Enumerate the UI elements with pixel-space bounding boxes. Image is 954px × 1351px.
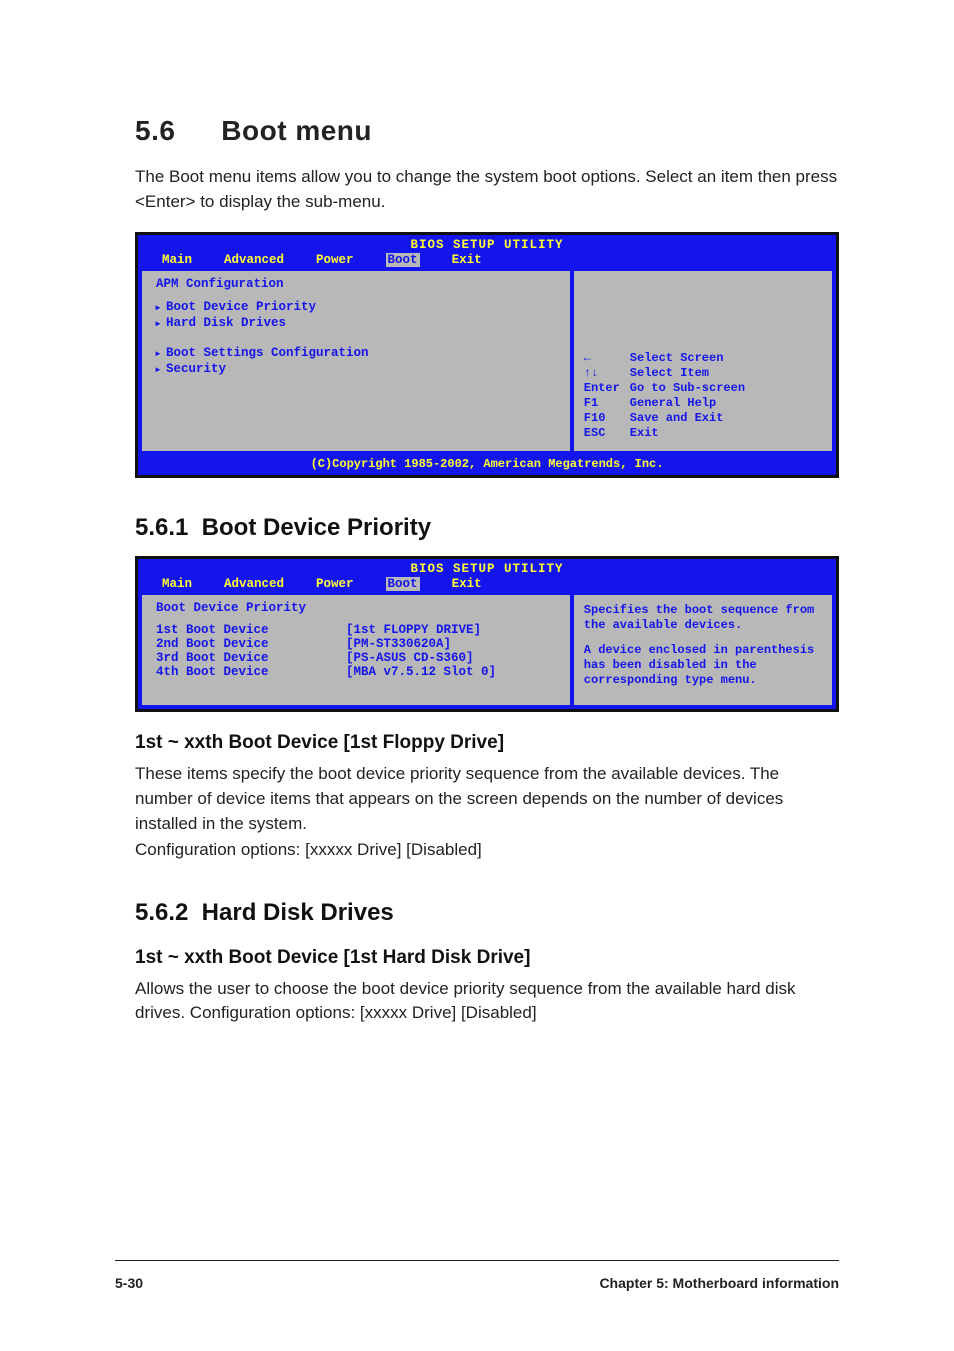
subsection-number: 5.6.1 [135, 514, 195, 542]
page-number: 5-30 [115, 1275, 143, 1291]
bios-item-boot-priority: Boot Device Priority [166, 300, 316, 314]
bios-tab-main: Main [162, 253, 192, 267]
bios-item-security: Security [166, 362, 226, 376]
submenu-arrow-icon: ▸ [150, 299, 166, 315]
bios-screenshot-1: BIOS SETUP UTILITY Main Advanced Power B… [135, 232, 839, 478]
subsection-title: Hard Disk Drives [202, 899, 394, 926]
option-paragraph-1: These items specify the boot device prio… [135, 762, 839, 836]
bios-menu-bar: Main Advanced Power Boot Exit [138, 576, 836, 595]
bios-title: BIOS SETUP UTILITY [138, 235, 836, 252]
bios-title: BIOS SETUP UTILITY [138, 559, 836, 576]
subsection-title: Boot Device Priority [202, 514, 431, 541]
subsection-heading-561: 5.6.1 Boot Device Priority [135, 514, 839, 542]
bios-item-hdd: Hard Disk Drives [166, 316, 286, 330]
bios-right-panel: Specifies the boot sequence from the ava… [574, 595, 832, 705]
bios-tab-boot: Boot [386, 253, 420, 267]
boot-device-row: 1st Boot Device[1st FLOPPY DRIVE] [150, 623, 562, 637]
bios-screenshot-2: BIOS SETUP UTILITY Main Advanced Power B… [135, 556, 839, 712]
boot-device-row: 2nd Boot Device[PM-ST330620A] [150, 637, 562, 651]
subsection-heading-562: 5.6.2 Hard Disk Drives [135, 899, 839, 927]
option-paragraph-2: Allows the user to choose the boot devic… [135, 977, 839, 1026]
bios-left-heading: Boot Device Priority [150, 601, 562, 615]
chapter-label: Chapter 5: Motherboard information [599, 1275, 839, 1291]
intro-paragraph: The Boot menu items allow you to change … [135, 165, 839, 214]
page-footer: 5-30 Chapter 5: Motherboard information [115, 1275, 839, 1291]
bios-tab-exit: Exit [452, 577, 482, 591]
option-config-1: Configuration options: [xxxxx Drive] [Di… [135, 838, 839, 863]
bios-tab-advanced: Advanced [224, 577, 284, 591]
bios-key-help: ←Select Screen ↑↓Select Item EnterGo to … [584, 351, 824, 441]
section-heading: 5.6 Boot menu [135, 115, 839, 147]
bios-left-panel: APM Configuration ▸Boot Device Priority … [142, 271, 570, 451]
boot-device-row: 3rd Boot Device[PS-ASUS CD-S360] [150, 651, 562, 665]
bios-tab-power: Power [316, 253, 354, 267]
bios-tab-boot: Boot [386, 577, 420, 591]
section-number: 5.6 [135, 115, 213, 147]
subsection-number: 5.6.2 [135, 899, 195, 927]
bios-help-text: Specifies the boot sequence from the ava… [584, 603, 824, 633]
bios-left-heading: APM Configuration [150, 277, 562, 291]
bios-menu-bar: Main Advanced Power Boot Exit [138, 252, 836, 271]
bios-tab-power: Power [316, 577, 354, 591]
submenu-arrow-icon: ▸ [150, 361, 166, 377]
option-heading-2: 1st ~ xxth Boot Device [1st Hard Disk Dr… [135, 947, 839, 969]
bios-left-panel: Boot Device Priority 1st Boot Device[1st… [142, 595, 570, 705]
section-title-text: Boot menu [221, 115, 372, 146]
footer-rule [115, 1260, 839, 1261]
bios-tab-exit: Exit [452, 253, 482, 267]
bios-tab-main: Main [162, 577, 192, 591]
bios-copyright: (C)Copyright 1985-2002, American Megatre… [138, 455, 836, 475]
submenu-arrow-icon: ▸ [150, 315, 166, 331]
boot-device-row: 4th Boot Device[MBA v7.5.12 Slot 0] [150, 665, 562, 679]
bios-tab-advanced: Advanced [224, 253, 284, 267]
submenu-arrow-icon: ▸ [150, 345, 166, 361]
bios-help-text: A device enclosed in parenthesis has bee… [584, 643, 824, 688]
option-heading-1: 1st ~ xxth Boot Device [1st Floppy Drive… [135, 732, 839, 754]
bios-item-boot-settings: Boot Settings Configuration [166, 346, 369, 360]
bios-right-panel: ←Select Screen ↑↓Select Item EnterGo to … [574, 271, 832, 451]
